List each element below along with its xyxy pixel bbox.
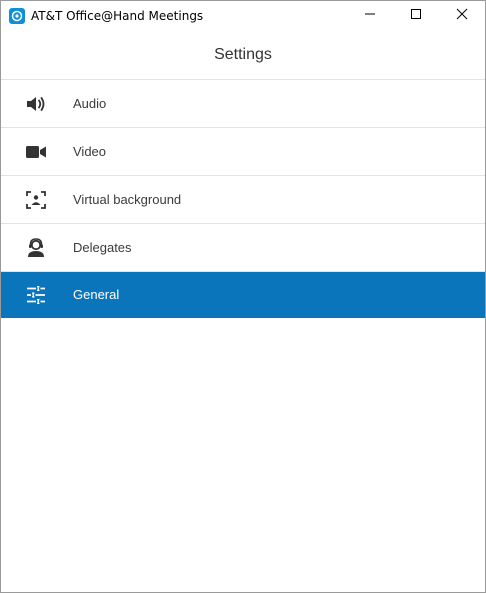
minimize-button[interactable] [347,1,393,31]
menu-item-delegates[interactable]: Delegates [1,224,485,272]
window-controls [347,1,485,31]
minimize-icon [364,7,376,25]
app-logo-icon [9,8,25,24]
settings-menu: Audio Video Virtual background Delegates… [1,80,485,318]
headset-person-icon [1,224,73,272]
settings-header: Settings [1,31,485,80]
maximize-icon [410,7,422,25]
video-camera-icon [1,128,73,176]
speaker-icon [1,80,73,128]
app-window: AT&T Office@Hand Meetings Settings Audio… [0,0,486,593]
window-title: AT&T Office@Hand Meetings [31,9,204,23]
page-title: Settings [214,46,272,63]
menu-item-virtual-background[interactable]: Virtual background [1,176,485,224]
menu-item-audio[interactable]: Audio [1,80,485,128]
menu-item-label: Video [73,144,107,159]
maximize-button[interactable] [393,1,439,31]
menu-item-general[interactable]: General [1,272,485,318]
close-button[interactable] [439,1,485,31]
virtual-background-icon [1,176,73,224]
menu-item-label: Delegates [73,240,132,255]
menu-item-label: General [73,287,120,302]
menu-item-label: Audio [73,96,107,111]
menu-item-label: Virtual background [73,192,182,207]
sliders-icon [1,271,73,319]
title-bar[interactable]: AT&T Office@Hand Meetings [1,1,485,31]
close-icon [456,7,468,25]
menu-item-video[interactable]: Video [1,128,485,176]
